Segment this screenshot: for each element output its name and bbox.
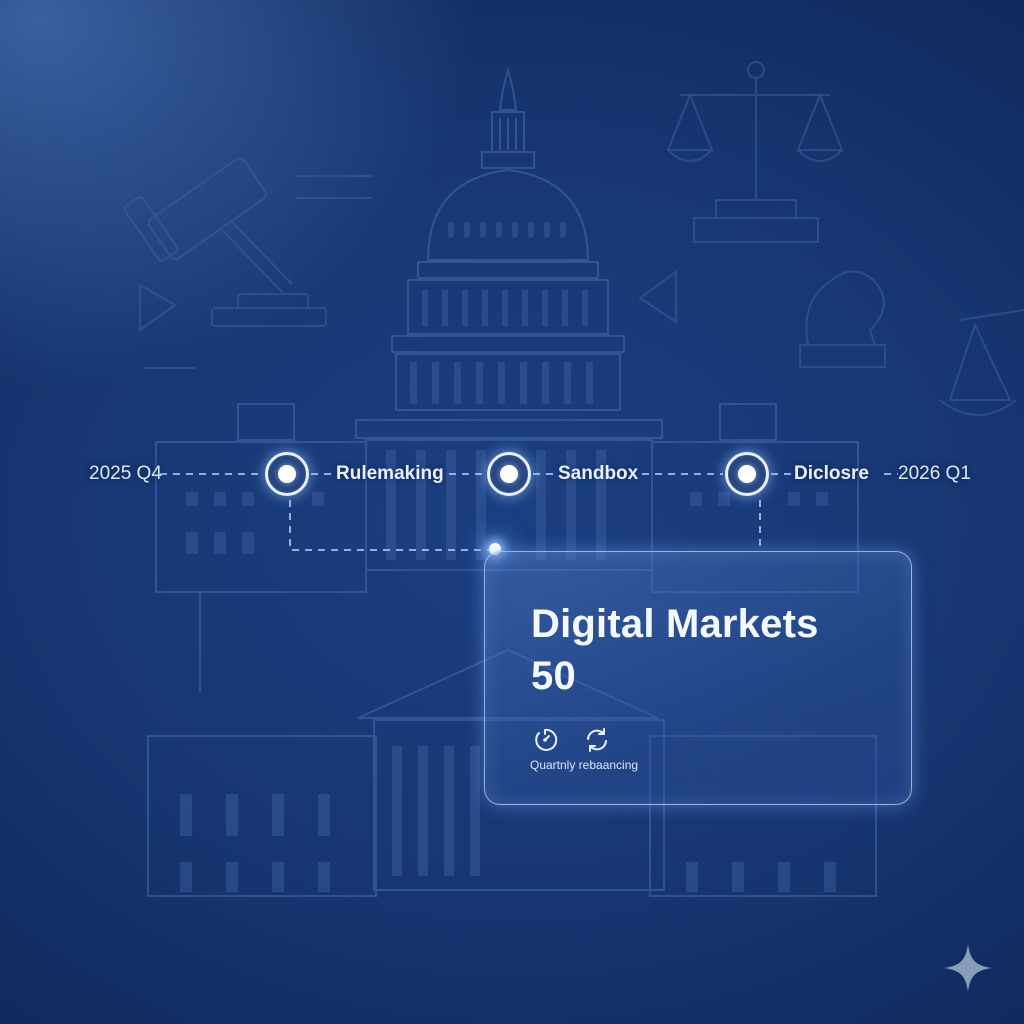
milestone-node-disclosure[interactable] [725, 452, 769, 496]
timeline-start-date: 2025 Q4 [89, 463, 162, 484]
timeline-end-date: 2026 Q1 [898, 463, 971, 484]
milestone-label-disclosure: Diclosre [794, 463, 869, 484]
index-card[interactable]: Digital Markets 50 Quartnly rebaancing [484, 551, 912, 805]
milestone-node-sandbox[interactable] [487, 452, 531, 496]
sparkle-icon [944, 944, 992, 992]
milestone-node-rulemaking[interactable] [265, 452, 309, 496]
milestone-label-rulemaking: Rulemaking [336, 463, 444, 484]
index-card-title: Digital Markets 50 [531, 602, 819, 698]
bust-icon [799, 270, 886, 368]
milestone-label-sandbox: Sandbox [558, 463, 639, 484]
refresh-icon [587, 728, 607, 752]
backdrop-illustration [123, 61, 1024, 897]
timer-icon [535, 728, 558, 751]
index-card-caption: Quartnly rebaancing [530, 758, 639, 772]
scales-of-justice-icon [666, 61, 1024, 416]
hero-illustration: 2025 Q4 Rulemaking Sandbox Diclosre 2026… [0, 0, 1024, 1024]
gavel-icon [123, 157, 327, 327]
